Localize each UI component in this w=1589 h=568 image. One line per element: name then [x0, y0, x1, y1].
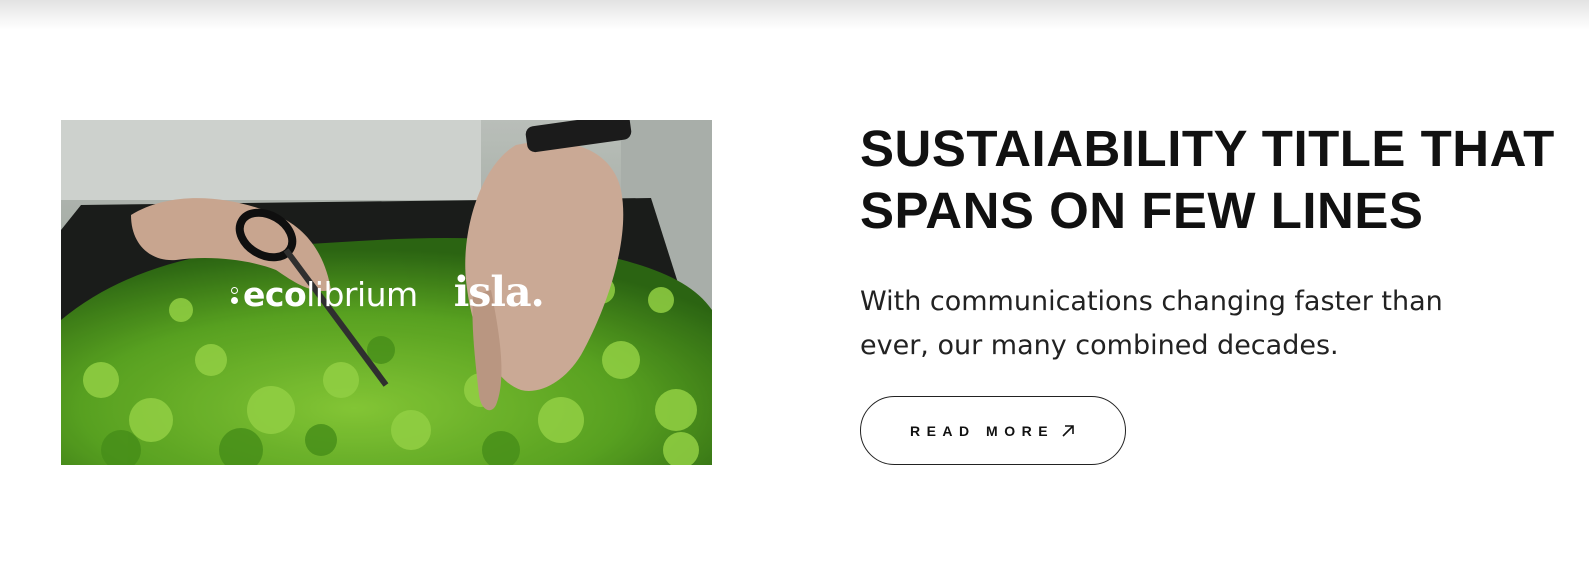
- read-more-button[interactable]: READ MORE: [860, 396, 1126, 465]
- feature-image: ecolibrium isla.: [61, 120, 712, 465]
- arrow-up-right-icon: [1060, 423, 1076, 439]
- ecolibrium-logo: ecolibrium: [231, 275, 418, 314]
- header-shadow: [0, 0, 1589, 30]
- logo-dot-ring: [231, 287, 238, 294]
- logo-dot-solid: [231, 297, 238, 304]
- section-title: SUSTAIABILITY TITLE THAT SPANS ON FEW LI…: [860, 120, 1555, 239]
- partner-logos: ecolibrium isla.: [231, 268, 545, 316]
- isla-logo: isla.: [453, 268, 545, 316]
- ecolibrium-logo-rest: librium: [306, 275, 418, 314]
- section-description: With communications changing faster than…: [860, 286, 1443, 361]
- ecolibrium-logo-bold: eco: [243, 275, 307, 314]
- read-more-label: READ MORE: [909, 422, 1055, 439]
